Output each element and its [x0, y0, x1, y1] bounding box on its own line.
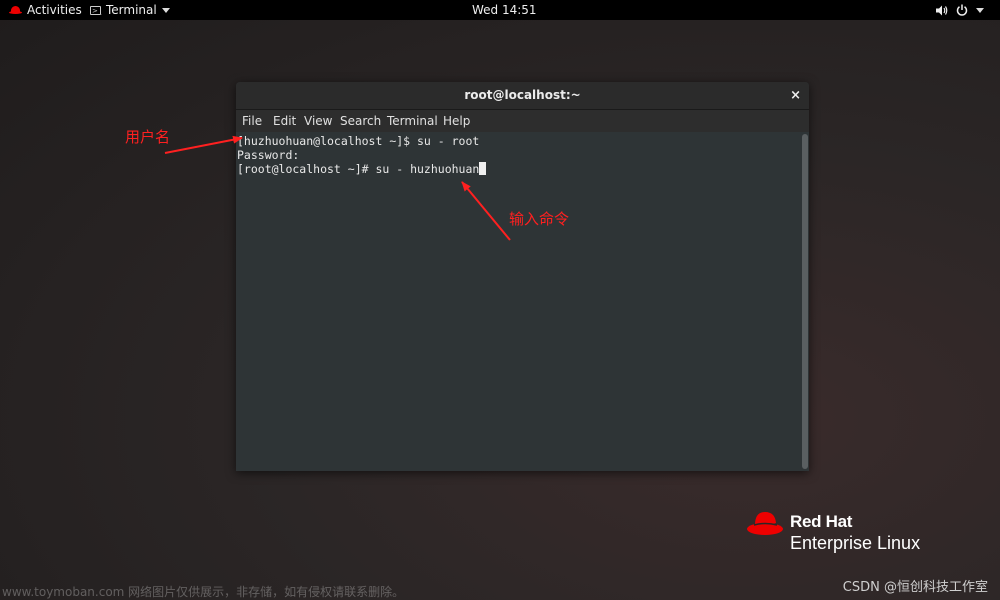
window-titlebar[interactable]: root@localhost:~ × [236, 82, 809, 110]
activities-label: Activities [27, 3, 82, 17]
username-arrow [164, 135, 243, 154]
system-menu[interactable] [936, 0, 984, 20]
watermark-left: www.toymoban.com 网络图片仅供展示，非存储，如有侵权请联系删除。 [2, 585, 405, 599]
top-bar: Activities >_ Terminal Wed 14:51 [0, 0, 1000, 20]
menu-bar: File Edit View Search Terminal Help [236, 110, 809, 132]
annotation-command: 输入命令 [509, 210, 570, 228]
app-menu-label: Terminal [106, 3, 157, 17]
terminal-line-current: [root@localhost ~]# su - huzhuohuan [237, 162, 487, 176]
menu-terminal[interactable]: Terminal [387, 114, 438, 128]
redhat-logo-icon [747, 512, 783, 535]
redhat-logo-icon [9, 5, 22, 15]
terminal-line: Password: [237, 148, 300, 162]
text-cursor [479, 162, 487, 175]
close-button[interactable]: × [790, 82, 801, 109]
terminal-window: root@localhost:~ × File Edit View Search… [236, 82, 809, 471]
clock-label: Wed 14:51 [472, 3, 537, 17]
terminal-line: [huzhuohuan@localhost ~]$ su - root [237, 134, 480, 148]
terminal-icon: >_ [90, 5, 102, 15]
terminal-line: [root@localhost ~]# su - huzhuohuan [237, 162, 480, 176]
menu-help[interactable]: Help [443, 114, 470, 128]
terminal-output[interactable]: [huzhuohuan@localhost ~]$ su - root Pass… [236, 132, 802, 471]
power-icon [956, 4, 968, 16]
watermark-right: CSDN @恒创科技工作室 [842, 580, 988, 595]
menu-view[interactable]: View [304, 114, 332, 128]
chevron-down-icon [161, 7, 170, 13]
activities-button[interactable]: Activities [9, 0, 82, 20]
redhat-brand: Red Hat Enterprise Linux [746, 508, 946, 558]
brand-product: Enterprise Linux [790, 533, 921, 553]
menu-search[interactable]: Search [340, 114, 381, 128]
menu-file[interactable]: File [242, 114, 262, 128]
chevron-down-icon [976, 7, 984, 13]
scrollbar[interactable] [802, 134, 808, 469]
clock[interactable]: Wed 14:51 [472, 0, 537, 20]
app-menu-terminal[interactable]: >_ Terminal [90, 0, 170, 20]
menu-edit[interactable]: Edit [273, 114, 296, 128]
window-title: root@localhost:~ [464, 88, 581, 102]
volume-icon [936, 5, 948, 15]
annotation-username: 用户名 [125, 128, 171, 146]
brand-name: Red Hat [790, 512, 853, 531]
